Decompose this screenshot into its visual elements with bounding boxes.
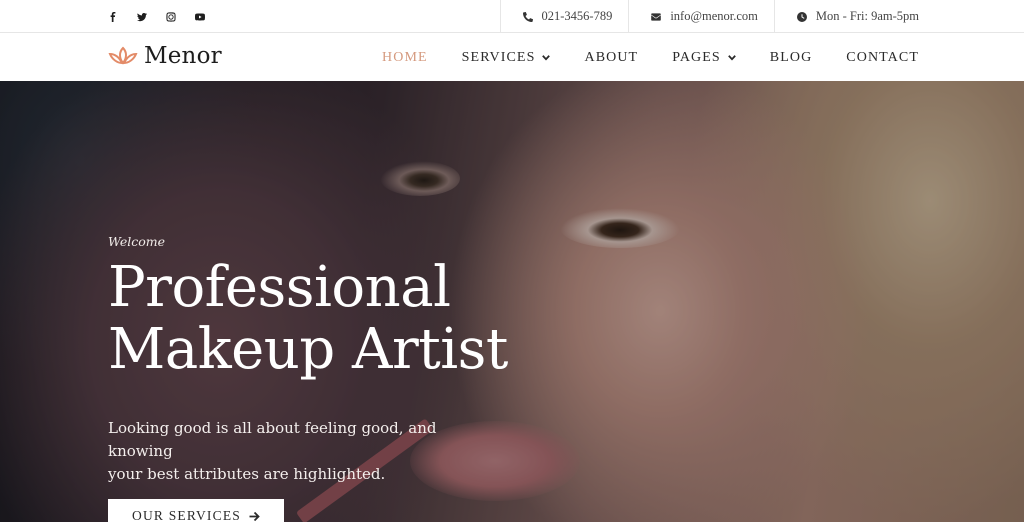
phone-item[interactable]: 021-3456-789 [499,0,629,33]
instagram-icon[interactable] [166,11,176,22]
chevron-down-icon [542,54,551,61]
arrow-right-icon [249,511,260,521]
nav-about[interactable]: ABOUT [584,50,638,66]
hero-description-line: Looking good is all about feeling good, … [108,419,437,460]
envelope-icon [651,12,662,21]
hours-item: Mon - Fri: 9am-5pm [773,0,1024,33]
nav-home[interactable]: HOME [382,50,428,66]
phone-text: 021-3456-789 [541,9,613,23]
chevron-down-icon [727,54,736,61]
nav-about-label: ABOUT [584,49,639,65]
nav-contact[interactable]: CONTACT [846,50,919,66]
hero-description: Looking good is all about feeling good, … [108,417,488,486]
our-services-button[interactable]: OUR SERVICES [108,499,284,522]
nav-pages-label: PAGES [672,49,721,65]
social-links [108,0,205,33]
youtube-icon[interactable] [195,12,205,22]
site-logo[interactable]: Menor [108,43,222,69]
nav-services-label: SERVICES [461,49,536,65]
clock-icon [796,11,807,22]
our-services-label: OUR SERVICES [132,508,241,522]
lotus-icon [108,46,138,65]
nav-pages[interactable]: PAGES [672,50,736,66]
email-text: info@menor.com [670,9,758,23]
phone-icon [522,11,533,22]
main-nav: HOME SERVICES ABOUT PAGES BLOG CONTACT [382,34,919,81]
nav-contact-label: CONTACT [846,49,919,65]
hero-section: Welcome Professional Makeup Artist Looki… [0,81,1024,522]
hero-description-line: your best attributes are highlighted. [108,465,386,483]
nav-blog-label: BLOG [769,49,813,65]
hours-text: Mon - Fri: 9am-5pm [815,9,919,23]
site-header: Menor HOME SERVICES ABOUT PAGES BLOG CON… [0,34,1024,81]
hero-title: Professional Makeup Artist [108,257,628,381]
nav-blog[interactable]: BLOG [770,50,813,66]
nav-services[interactable]: SERVICES [462,50,551,66]
nav-home-label: HOME [382,49,428,65]
hero-eyebrow: Welcome [108,234,166,249]
facebook-icon[interactable] [108,11,118,22]
contact-info: 021-3456-789 info@menor.com Mon - Fri: 9… [499,0,1024,33]
email-item[interactable]: info@menor.com [628,0,774,33]
logo-text: Menor [144,43,222,69]
hero-title-line: Makeup Artist [108,317,508,382]
twitter-icon[interactable] [137,12,147,22]
hero-title-line: Professional [108,255,451,320]
top-bar: 021-3456-789 info@menor.com Mon - Fri: 9… [0,0,1024,33]
